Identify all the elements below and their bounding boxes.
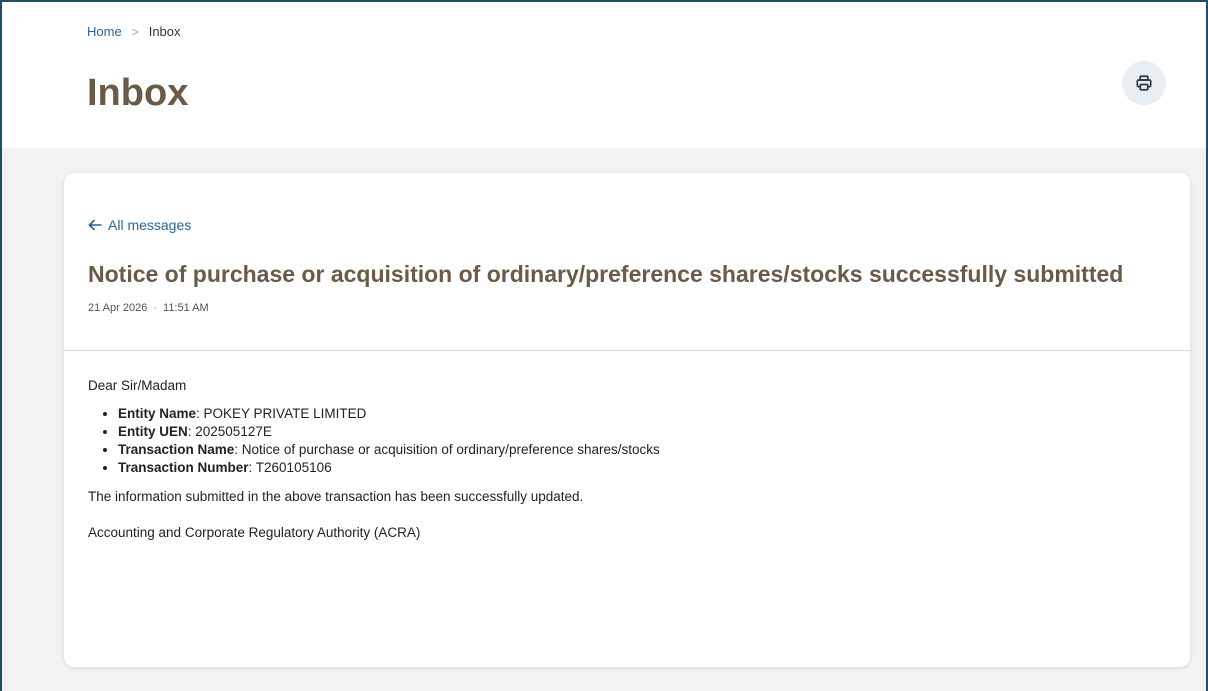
message-date: 21 Apr 2026 — [88, 302, 148, 314]
meta-separator: · — [153, 302, 158, 314]
message-body: Dear Sir/Madam Entity Name: POKEY PRIVAT… — [88, 378, 660, 540]
all-messages-link[interactable]: All messages — [88, 217, 191, 233]
print-button[interactable] — [1122, 61, 1166, 105]
detail-item-entity-name: Entity Name: POKEY PRIVATE LIMITED — [118, 405, 660, 423]
arrow-left-icon — [88, 219, 108, 231]
divider — [64, 350, 1190, 351]
message-confirmation: The information submitted in the above t… — [88, 489, 584, 504]
detail-value: : POKEY PRIVATE LIMITED — [196, 406, 367, 421]
message-signature: Accounting and Corporate Regulatory Auth… — [88, 525, 421, 540]
detail-label: Entity Name — [118, 406, 197, 421]
breadcrumb: Home > Inbox — [87, 24, 181, 39]
message-details-list: Entity Name: POKEY PRIVATE LIMITED Entit… — [88, 405, 660, 477]
detail-item-entity-uen: Entity UEN: 202505127E — [118, 423, 660, 441]
print-icon — [1135, 74, 1153, 92]
message-time: 11:51 AM — [163, 302, 209, 314]
detail-value: : Notice of purchase or acquisition of o… — [234, 442, 660, 457]
breadcrumb-current: Inbox — [148, 24, 181, 39]
detail-value: : T260105106 — [248, 460, 332, 475]
breadcrumb-home-link[interactable]: Home — [87, 24, 122, 39]
detail-item-transaction-name: Transaction Name: Notice of purchase or … — [118, 441, 660, 459]
all-messages-label: All messages — [108, 217, 192, 233]
breadcrumb-separator: > — [131, 24, 139, 39]
detail-label: Entity UEN — [118, 424, 188, 439]
detail-item-transaction-number: Transaction Number: T260105106 — [118, 459, 660, 477]
message-card: All messages Notice of purchase or acqui… — [64, 173, 1190, 667]
detail-label: Transaction Number — [118, 460, 249, 475]
message-greeting: Dear Sir/Madam — [88, 378, 187, 393]
message-meta: 21 Apr 2026 · 11:51 AM — [88, 302, 209, 314]
detail-value: : 202505127E — [187, 424, 272, 439]
message-title: Notice of purchase or acquisition of ord… — [88, 261, 1124, 287]
page-header: Home > Inbox Inbox — [2, 2, 1206, 148]
page-title: Inbox — [87, 72, 189, 114]
detail-label: Transaction Name — [118, 442, 235, 457]
